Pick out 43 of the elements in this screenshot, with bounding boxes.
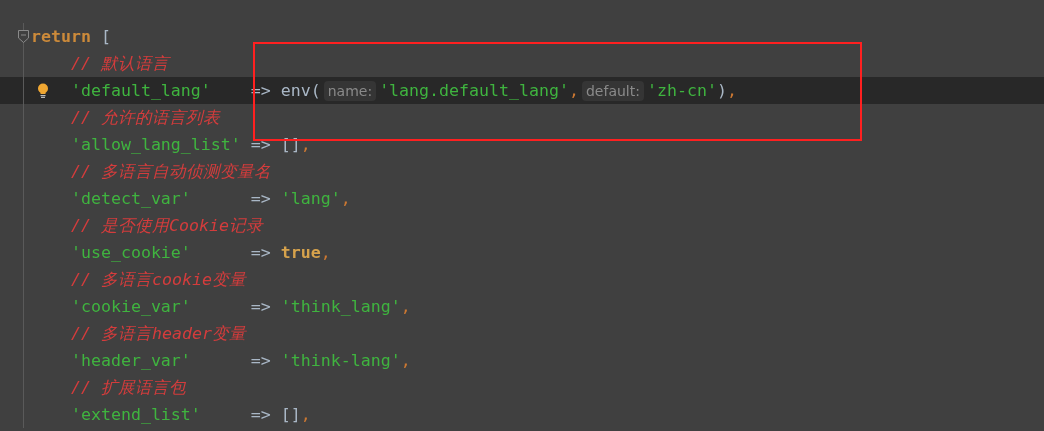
string-literal: 'lang'	[280, 189, 341, 208]
string-literal: 'think-lang'	[280, 351, 401, 370]
string-literal: 'think_lang'	[280, 297, 401, 316]
parameter-hint: name:	[323, 80, 377, 101]
code-text: []	[280, 405, 301, 424]
code-comment: // 扩展语言包	[70, 376, 186, 399]
lightbulb-icon[interactable]	[37, 83, 49, 98]
punctuation: ,	[320, 243, 331, 262]
punctuation: ,	[568, 81, 579, 100]
array-key: 'extend_list'	[70, 405, 251, 424]
punctuation: ,	[300, 135, 311, 154]
boolean-literal: true	[280, 243, 321, 262]
string-literal: 'lang.default_lang'	[379, 81, 569, 100]
array-key: 'cookie_var'	[70, 297, 251, 316]
punctuation: ,	[400, 351, 411, 370]
punctuation: ,	[300, 405, 311, 424]
keyword: return	[31, 27, 91, 46]
string-literal: 'zh-cn'	[646, 81, 717, 100]
array-key: 'allow_lang_list'	[70, 135, 251, 154]
code-comment: // 允许的语言列表	[70, 106, 220, 129]
arrow-operator: =>	[250, 297, 271, 316]
array-key: 'default_lang'	[70, 81, 251, 100]
arrow-operator: =>	[250, 135, 271, 154]
arrow-operator: =>	[250, 243, 271, 262]
code-text: [	[99, 27, 111, 46]
punctuation: ,	[340, 189, 351, 208]
punctuation: ,	[726, 81, 737, 100]
array-key: 'use_cookie'	[70, 243, 251, 262]
parameter-hint: default:	[581, 80, 644, 101]
code-text: )	[716, 81, 727, 100]
code-comment: // 多语言自动侦测变量名	[70, 160, 271, 183]
code-comment: // 多语言header变量	[70, 322, 246, 345]
code-comment: // 多语言cookie变量	[70, 268, 246, 291]
code-comment: // 默认语言	[70, 52, 169, 75]
arrow-operator: =>	[250, 351, 271, 370]
fold-icon[interactable]	[18, 30, 29, 43]
array-key: 'header_var'	[70, 351, 251, 370]
code-text: env(	[280, 81, 321, 100]
arrow-operator: =>	[250, 189, 271, 208]
arrow-operator: =>	[250, 405, 271, 424]
code-comment: // 是否使用Cookie记录	[70, 214, 263, 237]
punctuation: ,	[400, 297, 411, 316]
array-key: 'detect_var'	[70, 189, 251, 208]
